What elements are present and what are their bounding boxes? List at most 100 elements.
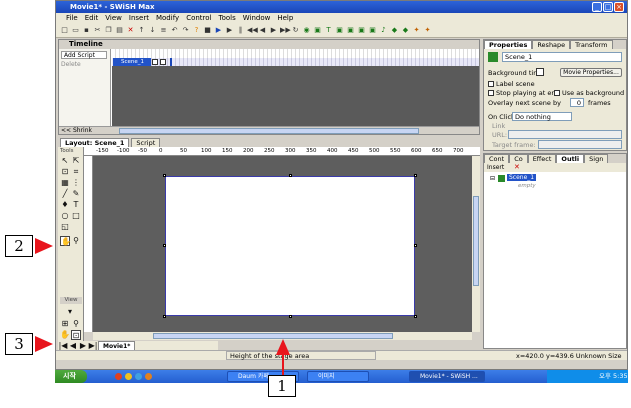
- stage-handle[interactable]: [414, 174, 417, 177]
- insert-image-icon[interactable]: ▣: [357, 26, 366, 35]
- redo-icon[interactable]: ↷: [181, 26, 190, 35]
- expand-icon[interactable]: ⊟: [490, 175, 495, 182]
- tab-layout[interactable]: Layout: Scene_1: [60, 138, 130, 147]
- tab-color[interactable]: Co: [509, 154, 528, 163]
- stage-handle[interactable]: [289, 315, 292, 318]
- stop-icon[interactable]: ■: [203, 26, 212, 35]
- outline-delete-icon[interactable]: ✕: [514, 163, 520, 172]
- help-icon[interactable]: ?: [192, 26, 201, 35]
- tab-script[interactable]: Script: [131, 138, 161, 147]
- insert-button-icon[interactable]: ▣: [335, 26, 344, 35]
- quicklaunch-icon[interactable]: [135, 373, 142, 380]
- loop-icon[interactable]: ↻: [291, 26, 300, 35]
- open-folder-icon[interactable]: ▭: [71, 26, 80, 35]
- stage-handle[interactable]: [289, 174, 292, 177]
- on-click-dropdown[interactable]: Do nothing: [512, 112, 572, 121]
- url-field[interactable]: [508, 130, 622, 139]
- paste-icon[interactable]: ▤: [115, 26, 124, 35]
- timeline-hscroll-thumb[interactable]: [119, 128, 419, 134]
- pen-tool-icon[interactable]: ♦: [60, 200, 70, 210]
- use-as-background-check[interactable]: [554, 90, 560, 96]
- stage-handle[interactable]: [163, 174, 166, 177]
- menu-window[interactable]: Window: [243, 13, 271, 24]
- delete-button[interactable]: Delete: [61, 61, 81, 68]
- stage[interactable]: [165, 176, 415, 316]
- stage-handle[interactable]: [163, 315, 166, 318]
- quicklaunch-icon[interactable]: [145, 373, 152, 380]
- insert-text-icon[interactable]: T: [324, 26, 333, 35]
- tab-properties[interactable]: Properties: [484, 40, 533, 49]
- stop-playing-check[interactable]: [488, 90, 494, 96]
- horizontal-scroll-thumb[interactable]: [153, 333, 393, 339]
- hand-tool-icon[interactable]: ✋: [60, 236, 71, 246]
- tab-effect[interactable]: Effect: [527, 154, 557, 163]
- rectangle-tool-icon[interactable]: □: [71, 211, 81, 221]
- motion-path-icon[interactable]: ⌗: [71, 167, 81, 177]
- tab-outline[interactable]: Outli: [556, 154, 585, 163]
- effect-icon[interactable]: ✦: [412, 26, 421, 35]
- bring-forward-icon[interactable]: ↑: [137, 26, 146, 35]
- ellipse-tool-icon[interactable]: ○: [60, 211, 70, 221]
- scene-row-label[interactable]: Scene_1: [113, 58, 151, 66]
- layout-vertical-scrollbar[interactable]: [472, 156, 480, 332]
- cut-icon[interactable]: ✂: [93, 26, 102, 35]
- menu-insert[interactable]: Insert: [129, 13, 149, 24]
- add-script-button[interactable]: Add Script: [61, 51, 107, 59]
- fill-transform-icon[interactable]: ▦: [60, 178, 70, 188]
- taskbar-item-images[interactable]: 이미지: [307, 371, 369, 382]
- scene-name-field[interactable]: Scene_1: [502, 52, 622, 62]
- stage-size-icon[interactable]: ⊡: [71, 330, 81, 340]
- insert-content-icon[interactable]: ▣: [368, 26, 377, 35]
- layout-canvas[interactable]: [93, 156, 472, 332]
- quicklaunch-icon[interactable]: [125, 373, 132, 380]
- save-icon[interactable]: ▪: [82, 26, 91, 35]
- delete-icon[interactable]: ✕: [126, 26, 135, 35]
- zoom-dropdown[interactable]: ▾: [60, 307, 80, 317]
- menu-modify[interactable]: Modify: [156, 13, 179, 24]
- autoshape-icon[interactable]: ◱: [60, 222, 70, 232]
- line-tool-icon[interactable]: ╱: [60, 189, 70, 199]
- insert-scene-icon[interactable]: ▣: [313, 26, 322, 35]
- maximize-button[interactable]: □: [603, 2, 613, 12]
- stop-playing-checkbox[interactable]: Stop playing at end: [488, 89, 560, 97]
- end-icon[interactable]: ▶▶: [280, 26, 291, 35]
- overlay-frames-input[interactable]: 0: [570, 98, 584, 107]
- subselect-icon[interactable]: ⇱: [71, 156, 81, 166]
- insert-sprite-icon[interactable]: ▣: [346, 26, 355, 35]
- play-scene-icon[interactable]: ▶: [225, 26, 234, 35]
- tab-reshape[interactable]: Reshape: [532, 40, 571, 49]
- tab-movie1[interactable]: Movie1*: [98, 341, 136, 350]
- hand-view-icon[interactable]: ✋: [60, 330, 70, 340]
- visibility-icon[interactable]: [152, 59, 158, 65]
- timeline-ruler[interactable]: [112, 49, 479, 58]
- use-as-background-checkbox[interactable]: Use as background: [554, 89, 624, 97]
- stage-handle[interactable]: [414, 244, 417, 247]
- pencil-icon[interactable]: ✎: [71, 189, 81, 199]
- movie-properties-button[interactable]: Movie Properties...: [560, 68, 622, 77]
- minimize-button[interactable]: _: [592, 2, 602, 12]
- lock-icon[interactable]: [160, 59, 166, 65]
- menu-view[interactable]: View: [105, 13, 122, 24]
- play-icon[interactable]: ▶: [214, 26, 223, 35]
- start-button[interactable]: 시작: [55, 370, 87, 383]
- vertical-scroll-thumb[interactable]: [473, 196, 479, 286]
- taskbar-item-swish[interactable]: Movie1* - SWiSH ...: [409, 371, 485, 382]
- target-frame-field[interactable]: [538, 140, 622, 149]
- export-icon[interactable]: ◆: [390, 26, 399, 35]
- insert-dropdown[interactable]: Insert: [487, 163, 504, 172]
- rewind-icon[interactable]: ◀◀: [247, 26, 258, 35]
- menu-tools[interactable]: Tools: [219, 13, 236, 24]
- reshape-icon[interactable]: ⋮: [71, 178, 81, 188]
- select-arrow-icon[interactable]: ↖: [60, 156, 70, 166]
- align-icon[interactable]: ≡: [159, 26, 168, 35]
- timeline-frames[interactable]: Scene_1: [112, 49, 479, 126]
- timeline-scene-row[interactable]: Scene_1: [112, 58, 479, 66]
- copy-icon[interactable]: ❐: [104, 26, 113, 35]
- tab-content[interactable]: Cont: [484, 154, 510, 163]
- send-backward-icon[interactable]: ↓: [148, 26, 157, 35]
- close-button[interactable]: ×: [614, 2, 624, 12]
- transform-icon[interactable]: ⊡: [60, 167, 70, 177]
- menu-help[interactable]: Help: [277, 13, 293, 24]
- menu-file[interactable]: File: [66, 13, 78, 24]
- undo-icon[interactable]: ↶: [170, 26, 179, 35]
